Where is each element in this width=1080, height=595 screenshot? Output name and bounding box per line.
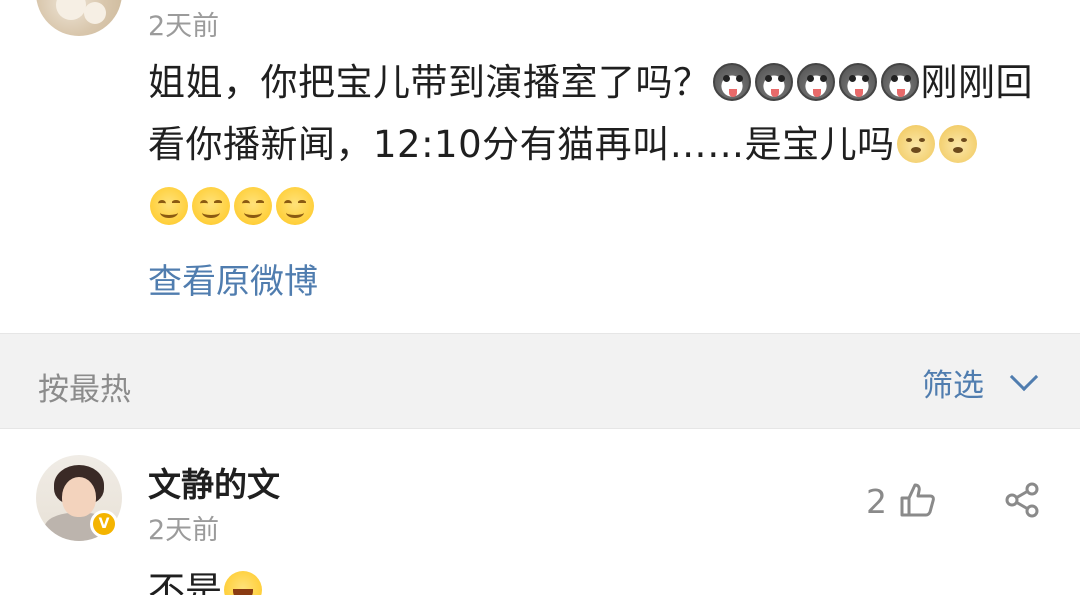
verified-badge-icon: V [90,510,118,538]
comment-text-part1: 姐姐，你把宝儿带到演播室了吗？ [148,61,711,104]
original-post-comment: 2天前 姐姐，你把宝儿带到演播室了吗？ 刚刚回看你播新闻，12:10分有猫再叫……… [0,0,1080,333]
thumbs-up-icon[interactable] [898,482,936,518]
share-icon[interactable] [1004,482,1040,518]
comment-actions [900,0,1040,14]
avatar[interactable] [36,0,122,36]
smile-emoji-icon [150,187,188,225]
doge-emoji-icon [896,125,935,163]
comment-text: 姐姐，你把宝儿带到演播室了吗？ 刚刚回看你播新闻，12:10分有猫再叫……是宝儿吗 [148,52,1048,238]
smile-emoji-icon [192,187,230,225]
timestamp: 2天前 [148,11,220,42]
comment-item: V 文静的文 2天前 2 不是 [0,430,1080,595]
husky-emoji-icon [754,63,793,101]
filter-label: 筛选 [922,367,984,404]
sort-by-hot-label[interactable]: 按最热 [38,364,131,409]
filter-button[interactable]: 筛选 [922,362,1039,404]
view-original-weibo-link[interactable]: 查看原微博 [148,254,318,303]
username[interactable]: 文静的文 [148,458,280,506]
husky-emoji-icon [880,63,919,101]
comment-text: 不是 [148,560,264,595]
smile-emoji-icon [234,187,272,225]
laugh-cry-emoji-icon [224,571,262,595]
timestamp: 2天前 [148,515,220,546]
like-count: 2 [866,482,887,521]
smile-emoji-icon [276,187,314,225]
comment-text-content: 不是 [148,569,222,595]
chevron-down-icon [1009,362,1039,392]
sort-bar: 按最热 筛选 [0,333,1080,429]
doge-emoji-icon [938,125,977,163]
husky-emoji-icon [796,63,835,101]
husky-emoji-icon [712,63,751,101]
husky-emoji-icon [838,63,877,101]
